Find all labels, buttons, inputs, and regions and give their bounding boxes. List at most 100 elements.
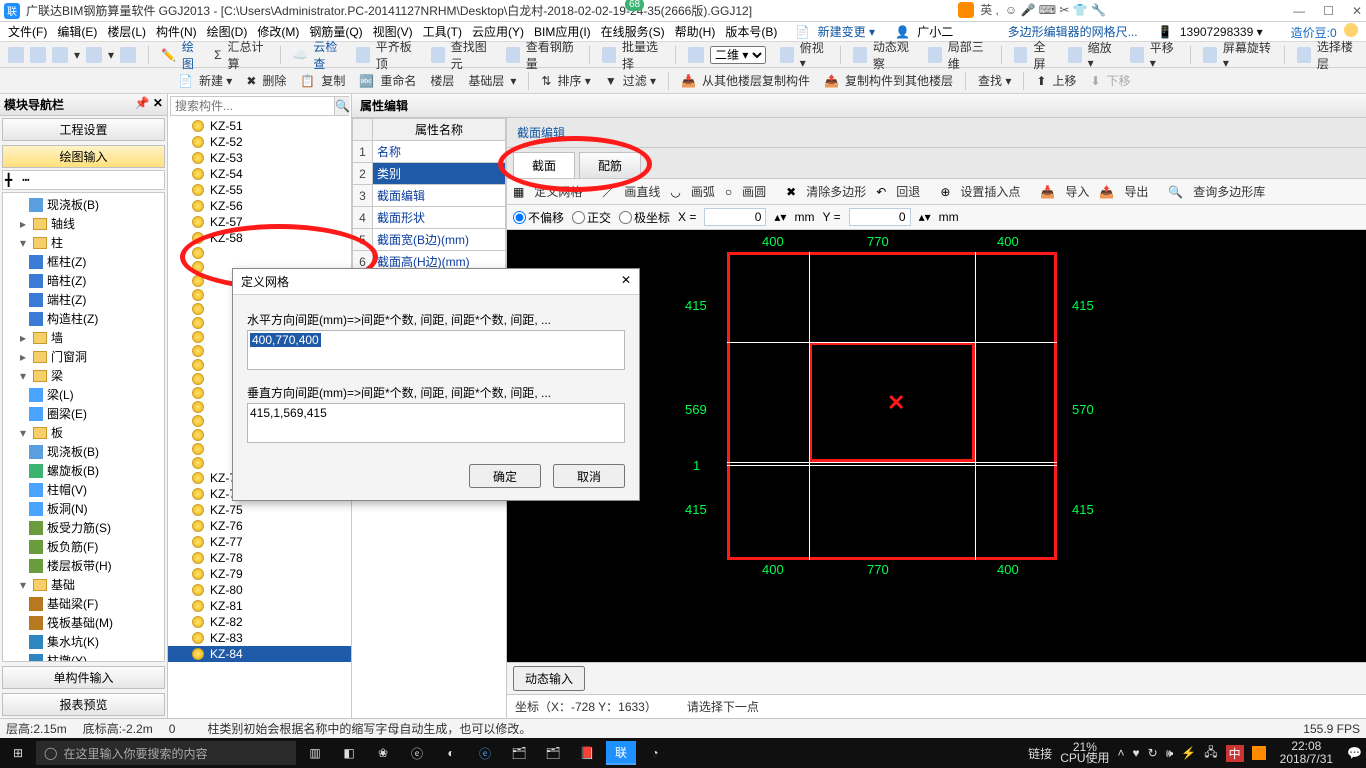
new-icon[interactable]: [8, 47, 24, 63]
tree-item[interactable]: ▸轴线: [3, 214, 164, 233]
unit-input-tab[interactable]: 单构件输入: [2, 666, 165, 689]
tree-item[interactable]: 圈梁(E): [3, 404, 164, 423]
taskbar-edge[interactable]: ⓔ: [402, 741, 432, 765]
maximize-button[interactable]: ☐: [1323, 4, 1334, 18]
polar-radio[interactable]: 极坐标: [619, 209, 670, 226]
close-button[interactable]: ✕: [1352, 4, 1362, 18]
task-view-icon[interactable]: ▥: [300, 741, 330, 765]
view-steel-button[interactable]: 查看钢筋量: [526, 38, 578, 72]
component-item[interactable]: KZ-82: [168, 614, 351, 630]
tree-item[interactable]: 螺旋板(B): [3, 461, 164, 480]
batch-select-button[interactable]: 批量选择: [622, 38, 663, 72]
clear-polygon-button[interactable]: 清除多边形: [806, 183, 866, 200]
tab-section[interactable]: 截面: [513, 152, 575, 178]
component-item[interactable]: KZ-57: [168, 214, 351, 230]
tree-item[interactable]: ▸门窗洞: [3, 347, 164, 366]
x-input[interactable]: [704, 208, 766, 226]
copy-to-button[interactable]: 复制构件到其他楼层: [845, 72, 953, 89]
sort-button[interactable]: 排序 ▾: [557, 72, 590, 89]
modnav-pin-icon[interactable]: 📌 ✕: [135, 96, 163, 113]
tree-item[interactable]: 基础梁(F): [3, 594, 164, 613]
report-preview-tab[interactable]: 报表预览: [2, 693, 165, 716]
ortho-radio[interactable]: 正交: [572, 209, 611, 226]
component-item[interactable]: KZ-53: [168, 150, 351, 166]
taskbar-app3[interactable]: ◐: [436, 741, 466, 765]
local-3d-button[interactable]: 局部三维: [948, 38, 989, 72]
tray-ico2[interactable]: ↻: [1148, 746, 1158, 760]
component-item[interactable]: KZ-51: [168, 118, 351, 134]
tray-ico3[interactable]: 🕪: [1166, 746, 1174, 761]
taskbar-app1[interactable]: ◧: [334, 741, 364, 765]
bird-view-button[interactable]: 俯视 ▾: [800, 39, 829, 70]
taskbar-app4[interactable]: ⓔ: [470, 741, 500, 765]
find-button[interactable]: 查找 ▾: [978, 72, 1011, 89]
tree-item[interactable]: ▸墙: [3, 328, 164, 347]
tree-item[interactable]: 梁(L): [3, 385, 164, 404]
module-tree[interactable]: 现浇板(B)▸轴线▾柱框柱(Z)暗柱(Z)端柱(Z)构造柱(Z)▸墙▸门窗洞▾梁…: [2, 192, 165, 662]
undo-button[interactable]: 回退: [896, 183, 920, 200]
tree-item[interactable]: 板受力筋(S): [3, 518, 164, 537]
component-item[interactable]: KZ-54: [168, 166, 351, 182]
undo-icon[interactable]: [86, 47, 102, 63]
tree-item[interactable]: 现浇板(B): [3, 442, 164, 461]
start-button[interactable]: ⊞: [4, 742, 32, 764]
tree-item[interactable]: 框柱(Z): [3, 252, 164, 271]
tree-item[interactable]: 现浇板(B): [3, 195, 164, 214]
component-item[interactable]: KZ-77: [168, 534, 351, 550]
floor-label[interactable]: 楼层: [430, 72, 454, 89]
move-up-button[interactable]: 上移: [1052, 72, 1076, 89]
draw-arc-button[interactable]: 画弧: [691, 183, 715, 200]
minimize-button[interactable]: —: [1293, 4, 1305, 18]
component-item[interactable]: [168, 246, 351, 260]
component-item[interactable]: KZ-52: [168, 134, 351, 150]
phone-number[interactable]: 13907298339 ▾: [1176, 25, 1267, 39]
redo-icon[interactable]: [120, 47, 136, 63]
taskbar-search[interactable]: ◯ 在这里输入你要搜索的内容: [36, 741, 296, 765]
filter-button[interactable]: 过滤 ▾: [623, 72, 656, 89]
tree-item[interactable]: 暗柱(Z): [3, 271, 164, 290]
modnav-view-icons[interactable]: ╋┅: [2, 170, 165, 190]
offset-none-radio[interactable]: 不偏移: [513, 209, 564, 226]
pan-button[interactable]: 平移 ▾: [1150, 39, 1179, 70]
tree-item[interactable]: 集水坑(K): [3, 632, 164, 651]
delete-button[interactable]: 删除: [262, 72, 286, 89]
tree-item[interactable]: 板洞(N): [3, 499, 164, 518]
tray-chevron-icon[interactable]: ˄: [1118, 746, 1125, 760]
draw-button[interactable]: 绘图: [182, 38, 200, 72]
prop-row[interactable]: 4截面形状: [353, 207, 506, 229]
tree-item[interactable]: ▾梁: [3, 366, 164, 385]
select-floor-button[interactable]: 选择楼层: [1317, 38, 1358, 72]
component-item[interactable]: KZ-83: [168, 630, 351, 646]
menu-version[interactable]: 版本号(B): [721, 23, 781, 40]
taskbar-ggj[interactable]: 联: [606, 741, 636, 765]
cloud-check-button[interactable]: 云检查: [313, 38, 342, 72]
baselayer-label[interactable]: 基础层: [468, 72, 504, 89]
prop-row[interactable]: 2类别: [353, 163, 506, 185]
component-item[interactable]: KZ-81: [168, 598, 351, 614]
dialog-cancel-button[interactable]: 取消: [553, 464, 625, 488]
tree-item[interactable]: 端柱(Z): [3, 290, 164, 309]
new-comp-button[interactable]: 新建 ▾: [199, 72, 232, 89]
find-elem-button[interactable]: 查找图元: [451, 38, 492, 72]
component-item[interactable]: KZ-58: [168, 230, 351, 246]
component-search-input[interactable]: [171, 97, 334, 115]
tray-link[interactable]: 链接: [1028, 745, 1052, 762]
tray-ico1[interactable]: ♥: [1133, 746, 1140, 760]
component-item[interactable]: KZ-84: [168, 646, 351, 662]
tree-item[interactable]: 筏板基础(M): [3, 613, 164, 632]
tree-item[interactable]: ▾板: [3, 423, 164, 442]
save-icon[interactable]: [52, 47, 68, 63]
component-item[interactable]: KZ-76: [168, 518, 351, 534]
menu-file[interactable]: 文件(F): [4, 23, 51, 40]
prop-row[interactable]: 3截面编辑: [353, 185, 506, 207]
tree-item[interactable]: 柱帽(V): [3, 480, 164, 499]
component-item[interactable]: KZ-56: [168, 198, 351, 214]
tray-notifications-icon[interactable]: 💬: [1347, 746, 1362, 760]
draw-input-tab[interactable]: 绘图输入: [2, 145, 165, 168]
prop-row[interactable]: 1名称: [353, 141, 506, 163]
copy-from-button[interactable]: 从其他楼层复制构件: [702, 72, 810, 89]
flat-top-button[interactable]: 平齐板顶: [376, 38, 417, 72]
search-icon[interactable]: 🔍: [334, 97, 350, 115]
component-item[interactable]: KZ-79: [168, 566, 351, 582]
tray-sogou-icon[interactable]: [1252, 746, 1266, 760]
